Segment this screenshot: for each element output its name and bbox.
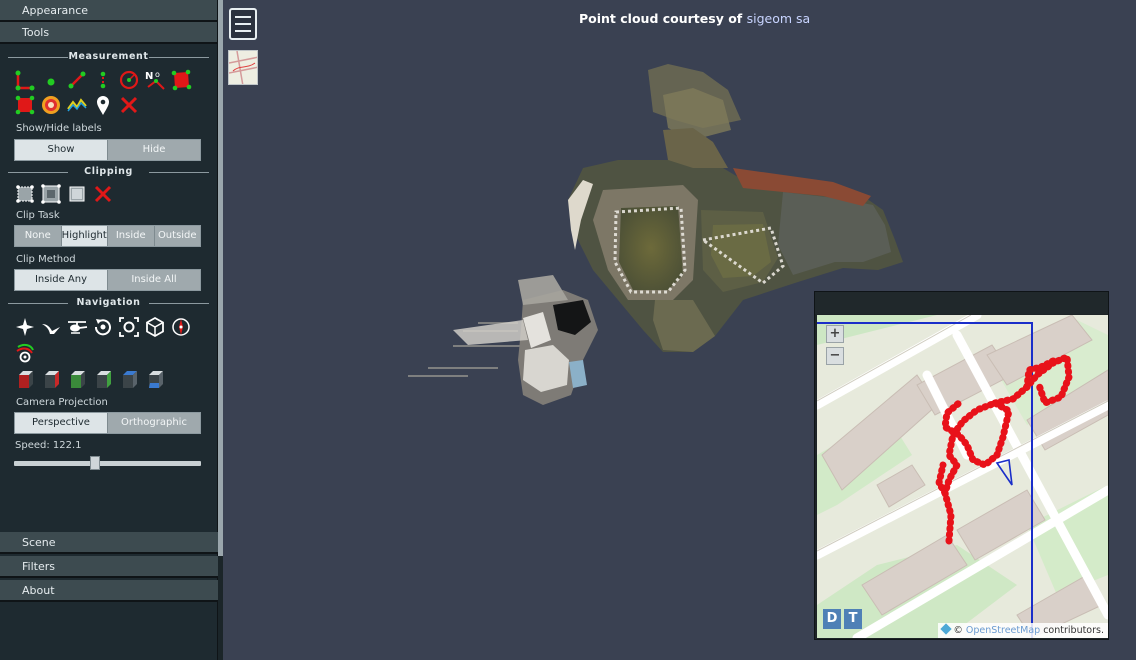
accordion-filters[interactable]: Filters xyxy=(0,556,218,578)
show-labels-button[interactable]: Show xyxy=(15,140,108,160)
map-attribution: © OpenStreetMap contributors. xyxy=(938,623,1108,638)
credit-text: Point cloud courtesy of xyxy=(579,11,747,26)
show-hide-labels-label: Show/Hide labels xyxy=(16,123,102,134)
accordion-about[interactable]: About xyxy=(0,580,218,602)
full-extent-icon[interactable] xyxy=(144,316,166,338)
compass-icon[interactable] xyxy=(14,341,36,363)
clip-task-highlight-button[interactable]: Highlight xyxy=(61,226,108,246)
clipping-tools xyxy=(0,183,217,205)
clip-task-outside-button[interactable]: Outside xyxy=(154,226,200,246)
map-panel: + − D T © OpenStreetMap contributors. xyxy=(814,291,1109,640)
volume-measure-icon[interactable] xyxy=(14,94,36,116)
speed-slider-track[interactable] xyxy=(14,461,201,466)
focus-controls-icon[interactable] xyxy=(118,316,140,338)
svg-text:N: N xyxy=(145,71,153,82)
sidebar: Appearance Tools Measurement No Show/Hid… xyxy=(0,0,218,660)
potree-app: Appearance Tools Measurement No Show/Hid… xyxy=(0,0,1136,660)
orthographic-button[interactable]: Orthographic xyxy=(108,413,200,433)
orbit-controls-icon[interactable] xyxy=(92,316,114,338)
back-view-icon[interactable] xyxy=(92,369,114,391)
navigation-section-title: Navigation xyxy=(0,296,217,310)
speed-slider[interactable] xyxy=(14,456,201,470)
top-view-icon[interactable] xyxy=(118,369,140,391)
measurement-tools-row2 xyxy=(0,94,217,116)
sphere-volume-icon[interactable] xyxy=(40,94,62,116)
accordion-tools[interactable]: Tools xyxy=(0,22,217,44)
map-d-button[interactable]: D xyxy=(823,609,841,629)
left-view-icon[interactable] xyxy=(14,369,36,391)
menu-toggle-button[interactable] xyxy=(229,8,257,40)
show-hide-labels-toggle: Show Hide xyxy=(14,139,201,161)
annotation-icon[interactable] xyxy=(92,94,114,116)
azimuth-measure-icon[interactable]: No xyxy=(144,69,166,91)
perspective-button[interactable]: Perspective xyxy=(15,413,108,433)
clip-method-group: Inside Any Inside All xyxy=(14,269,201,291)
map-panel-header[interactable] xyxy=(815,292,1108,314)
speed-label: Speed: 122.1 xyxy=(15,440,82,451)
openstreetmap-view[interactable]: + − D T © OpenStreetMap contributors. xyxy=(817,315,1108,638)
view-cube-row xyxy=(0,369,217,391)
height-measure-icon[interactable] xyxy=(92,69,114,91)
cloud-lower-left-cluster xyxy=(453,275,598,405)
accordion-scene[interactable]: Scene xyxy=(0,532,218,554)
attribution-copyright: © xyxy=(953,625,963,636)
measurement-section-title: Measurement xyxy=(0,50,217,64)
clipping-section-title: Clipping xyxy=(0,165,217,179)
bottom-view-icon[interactable] xyxy=(144,369,166,391)
openstreetmap-link[interactable]: OpenStreetMap xyxy=(966,625,1040,636)
hide-labels-button[interactable]: Hide xyxy=(108,140,200,160)
camera-projection-label: Camera Projection xyxy=(16,397,108,408)
map-zoom-in-button[interactable]: + xyxy=(826,325,844,343)
cloud-top-cluster xyxy=(648,64,741,140)
area-measure-icon[interactable] xyxy=(170,69,192,91)
angle-measure-icon[interactable] xyxy=(14,69,36,91)
navigation-cube-icon[interactable] xyxy=(170,316,192,338)
svg-text:o: o xyxy=(155,70,160,79)
clip-task-none-button[interactable]: None xyxy=(15,226,62,246)
right-view-icon[interactable] xyxy=(40,369,62,391)
clip-task-inside-button[interactable]: Inside xyxy=(108,226,155,246)
point-measure-icon[interactable] xyxy=(40,69,62,91)
circle-measure-icon[interactable] xyxy=(118,69,140,91)
clip-polygon-icon[interactable] xyxy=(40,183,62,205)
point-cloud-viewer[interactable]: Point cloud courtesy of sigeom sa + − D … xyxy=(223,0,1136,660)
clip-method-inside-all-button[interactable]: Inside All xyxy=(108,270,200,290)
credit-link[interactable]: sigeom sa xyxy=(747,11,811,26)
clip-method-label: Clip Method xyxy=(16,254,76,265)
clip-screen-box-icon[interactable] xyxy=(66,183,88,205)
height-profile-icon[interactable] xyxy=(66,94,88,116)
map-tiles xyxy=(817,315,1108,638)
clip-task-label: Clip Task xyxy=(16,210,60,221)
accordion-appearance[interactable]: Appearance xyxy=(0,0,217,22)
navigation-tools xyxy=(0,316,217,338)
point-cloud-credit: Point cloud courtesy of sigeom sa xyxy=(579,11,810,26)
clip-task-group: None Highlight Inside Outside xyxy=(14,225,201,247)
attribution-suffix: contributors. xyxy=(1040,625,1104,636)
earth-controls-icon[interactable] xyxy=(14,316,36,338)
layers-icon xyxy=(940,623,953,635)
remove-measurements-icon[interactable] xyxy=(118,94,140,116)
measurement-tools: No xyxy=(0,69,217,91)
helicopter-controls-icon[interactable] xyxy=(66,316,88,338)
navigation-tools-row2 xyxy=(0,341,217,363)
speed-slider-thumb[interactable] xyxy=(90,456,100,470)
distance-measure-icon[interactable] xyxy=(66,69,88,91)
map-toggle-thumbnail[interactable] xyxy=(228,50,258,85)
fly-controls-icon[interactable] xyxy=(40,316,62,338)
clip-method-inside-any-button[interactable]: Inside Any xyxy=(15,270,108,290)
clip-volume-icon[interactable] xyxy=(14,183,36,205)
camera-projection-group: Perspective Orthographic xyxy=(14,412,201,434)
map-t-button[interactable]: T xyxy=(844,609,862,629)
front-view-icon[interactable] xyxy=(66,369,88,391)
remove-clipping-icon[interactable] xyxy=(92,183,114,205)
map-zoom-out-button[interactable]: − xyxy=(826,347,844,365)
